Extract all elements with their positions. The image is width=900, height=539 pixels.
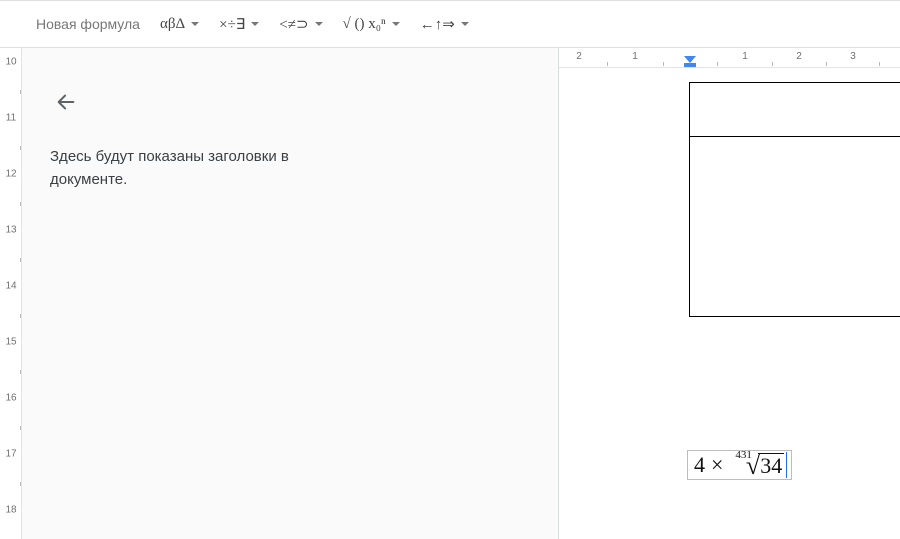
- h-ruler-label: 2: [796, 51, 802, 62]
- v-ruler-label: 15: [3, 337, 19, 348]
- h-ruler-label: 1: [632, 51, 638, 62]
- chevron-down-icon: [315, 22, 323, 26]
- arrow-left-icon: [55, 91, 77, 113]
- equation-operator: ×: [711, 452, 723, 478]
- table-cell[interactable]: [690, 83, 900, 137]
- new-formula-label: Новая формула: [36, 16, 140, 32]
- equation-toolbar: Новая формула αβΔ ×÷∃ <≠⊃ √ () x₀ⁿ ←↑⇒: [0, 0, 900, 48]
- document-page[interactable]: 4 × 431 √ 34: [559, 68, 900, 539]
- v-ruler-label: 10: [3, 57, 19, 68]
- chevron-down-icon: [461, 22, 469, 26]
- v-ruler-label: 16: [3, 393, 19, 404]
- h-ruler-label: 3: [850, 51, 856, 62]
- document-table[interactable]: [689, 82, 900, 317]
- v-ruler-label: 13: [3, 225, 19, 236]
- v-ruler-label: 17: [3, 449, 19, 460]
- root-radicand: 34: [758, 453, 784, 478]
- operators-dropdown[interactable]: ×÷∃: [211, 9, 267, 40]
- v-ruler-label: 14: [3, 281, 19, 292]
- chevron-down-icon: [251, 22, 259, 26]
- v-ruler-label: 18: [3, 505, 19, 516]
- relations-dropdown[interactable]: <≠⊃: [271, 9, 330, 40]
- math-ops-icon: √ () x₀ⁿ: [343, 16, 386, 33]
- math-operations-dropdown[interactable]: √ () x₀ⁿ: [335, 10, 408, 39]
- equation-factor: 4: [694, 452, 705, 478]
- arrows-dropdown[interactable]: ←↑⇒: [412, 9, 477, 40]
- document-area: 2 1 1 2 3 4 4 × 431 √: [559, 48, 900, 539]
- text-cursor: [786, 452, 787, 478]
- horizontal-ruler[interactable]: 2 1 1 2 3 4: [559, 48, 900, 68]
- workspace: 10 11 12 13 14 15 16 17 18 Здесь будут п…: [0, 48, 900, 539]
- vertical-ruler[interactable]: 10 11 12 13 14 15 16 17 18: [0, 48, 22, 539]
- greek-icon: αβΔ: [160, 16, 185, 33]
- outline-panel: Здесь будут показаны заголовки в докумен…: [22, 48, 559, 539]
- operators-icon: ×÷∃: [219, 15, 245, 34]
- radical-icon: √: [746, 455, 760, 477]
- v-ruler-label: 12: [3, 169, 19, 180]
- h-ruler-label: 2: [576, 51, 582, 62]
- chevron-down-icon: [191, 22, 199, 26]
- table-cell[interactable]: [690, 137, 900, 317]
- outline-placeholder-text: Здесь будут показаны заголовки в докумен…: [50, 146, 370, 191]
- relations-icon: <≠⊃: [279, 15, 308, 34]
- equation-root: 431 √ 34: [731, 453, 784, 478]
- v-ruler-label: 11: [3, 113, 19, 124]
- greek-letters-dropdown[interactable]: αβΔ: [152, 10, 207, 39]
- h-ruler-label: 1: [742, 51, 748, 62]
- outline-close-button[interactable]: [50, 86, 82, 118]
- arrows-icon: ←↑⇒: [420, 15, 455, 34]
- equation-object[interactable]: 4 × 431 √ 34: [687, 450, 792, 480]
- chevron-down-icon: [392, 22, 400, 26]
